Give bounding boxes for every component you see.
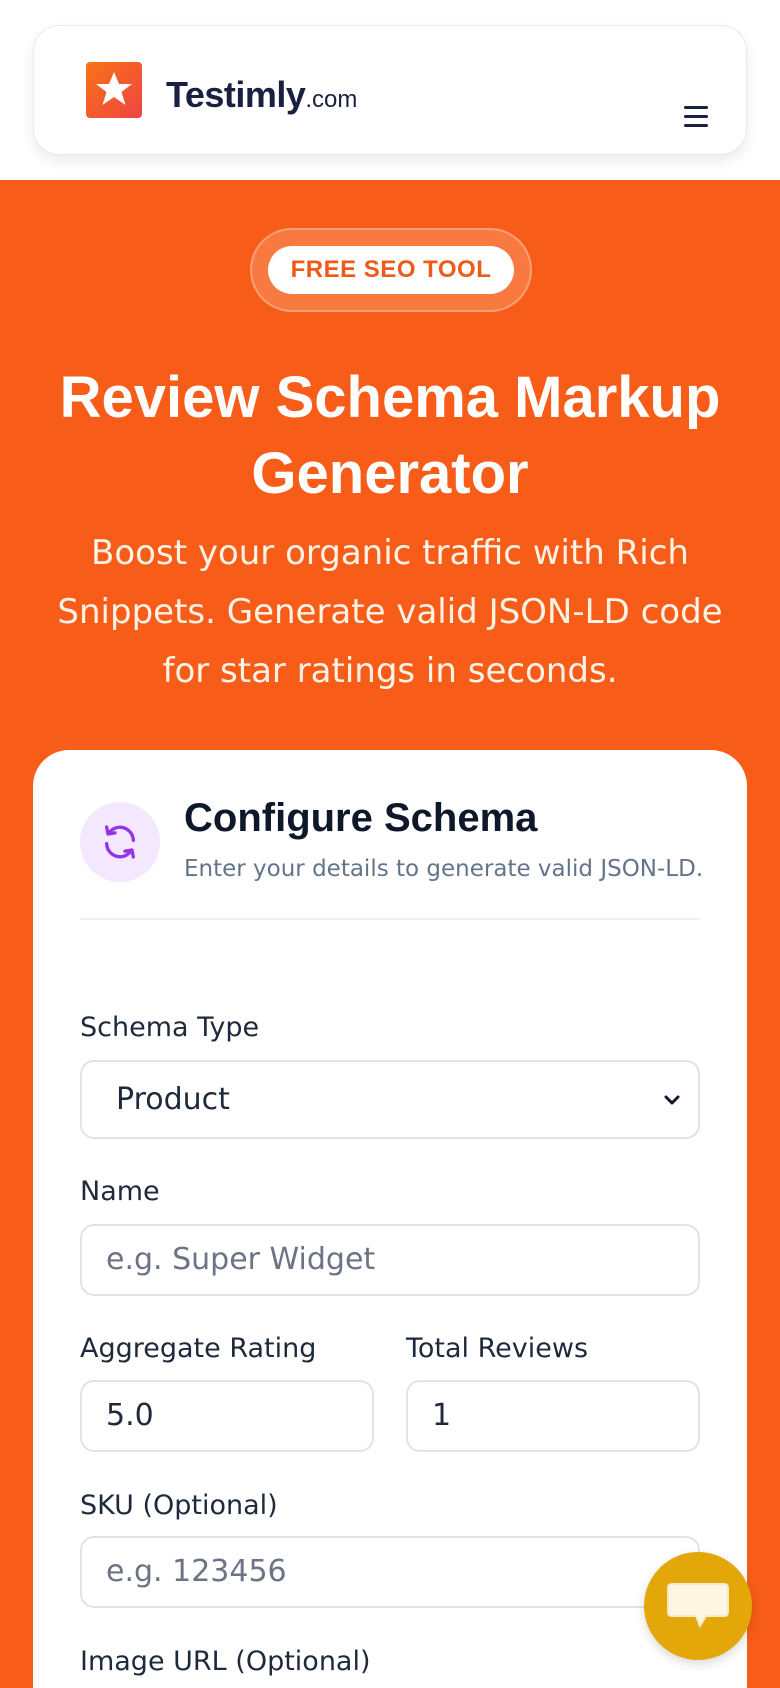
image-url-label: Image URL (Optional) — [80, 1646, 371, 1677]
hero-subtitle: Boost your organic traffic with Rich Sni… — [40, 524, 740, 701]
divider — [80, 918, 700, 920]
total-reviews-input[interactable]: 1 — [406, 1380, 700, 1452]
name-placeholder: e.g. Super Widget — [106, 1242, 376, 1277]
star-icon[interactable] — [86, 62, 142, 118]
brand-name: Testimly — [166, 74, 306, 115]
aggregate-rating-label: Aggregate Rating — [80, 1333, 317, 1364]
schema-type-select[interactable]: Product — [80, 1060, 700, 1139]
schema-type-label: Schema Type — [80, 1012, 260, 1043]
refresh-icon — [80, 802, 160, 882]
schema-type-value: Product — [116, 1082, 230, 1117]
brand-tld: .com — [305, 86, 358, 113]
configure-title: Configure Schema — [184, 796, 538, 840]
subtitle-line-1: Boost your organic traffic with Rich — [91, 533, 689, 573]
total-reviews-value: 1 — [432, 1398, 452, 1433]
name-input[interactable]: e.g. Super Widget — [80, 1224, 700, 1296]
aggregate-rating-input[interactable]: 5.0 — [80, 1380, 374, 1452]
navbar: Testimly.com — [33, 25, 747, 155]
chat-bubble-icon[interactable] — [644, 1552, 752, 1660]
sku-label: SKU (Optional) — [80, 1490, 278, 1521]
sku-placeholder: e.g. 123456 — [106, 1554, 287, 1589]
brand-logo[interactable]: Testimly.com — [166, 74, 357, 116]
chevron-down-icon — [664, 1095, 680, 1105]
configure-subtitle: Enter your details to generate valid JSO… — [184, 856, 704, 882]
total-reviews-label: Total Reviews — [406, 1333, 589, 1364]
hamburger-menu-icon[interactable] — [674, 98, 718, 134]
site-header: Testimly.com — [0, 0, 780, 180]
name-label: Name — [80, 1176, 160, 1207]
subtitle-line-2: Snippets. Generate valid JSON-LD code — [57, 592, 723, 632]
page-title: Review Schema Markup Generator — [30, 360, 750, 512]
title-line-1: Review Schema Markup — [59, 365, 721, 430]
title-line-2: Generator — [251, 441, 529, 506]
aggregate-rating-value: 5.0 — [106, 1398, 154, 1433]
free-seo-tool-badge: FREE SEO TOOL — [268, 246, 514, 294]
subtitle-line-3: for star ratings in seconds. — [162, 651, 618, 691]
sku-input[interactable]: e.g. 123456 — [80, 1536, 700, 1608]
